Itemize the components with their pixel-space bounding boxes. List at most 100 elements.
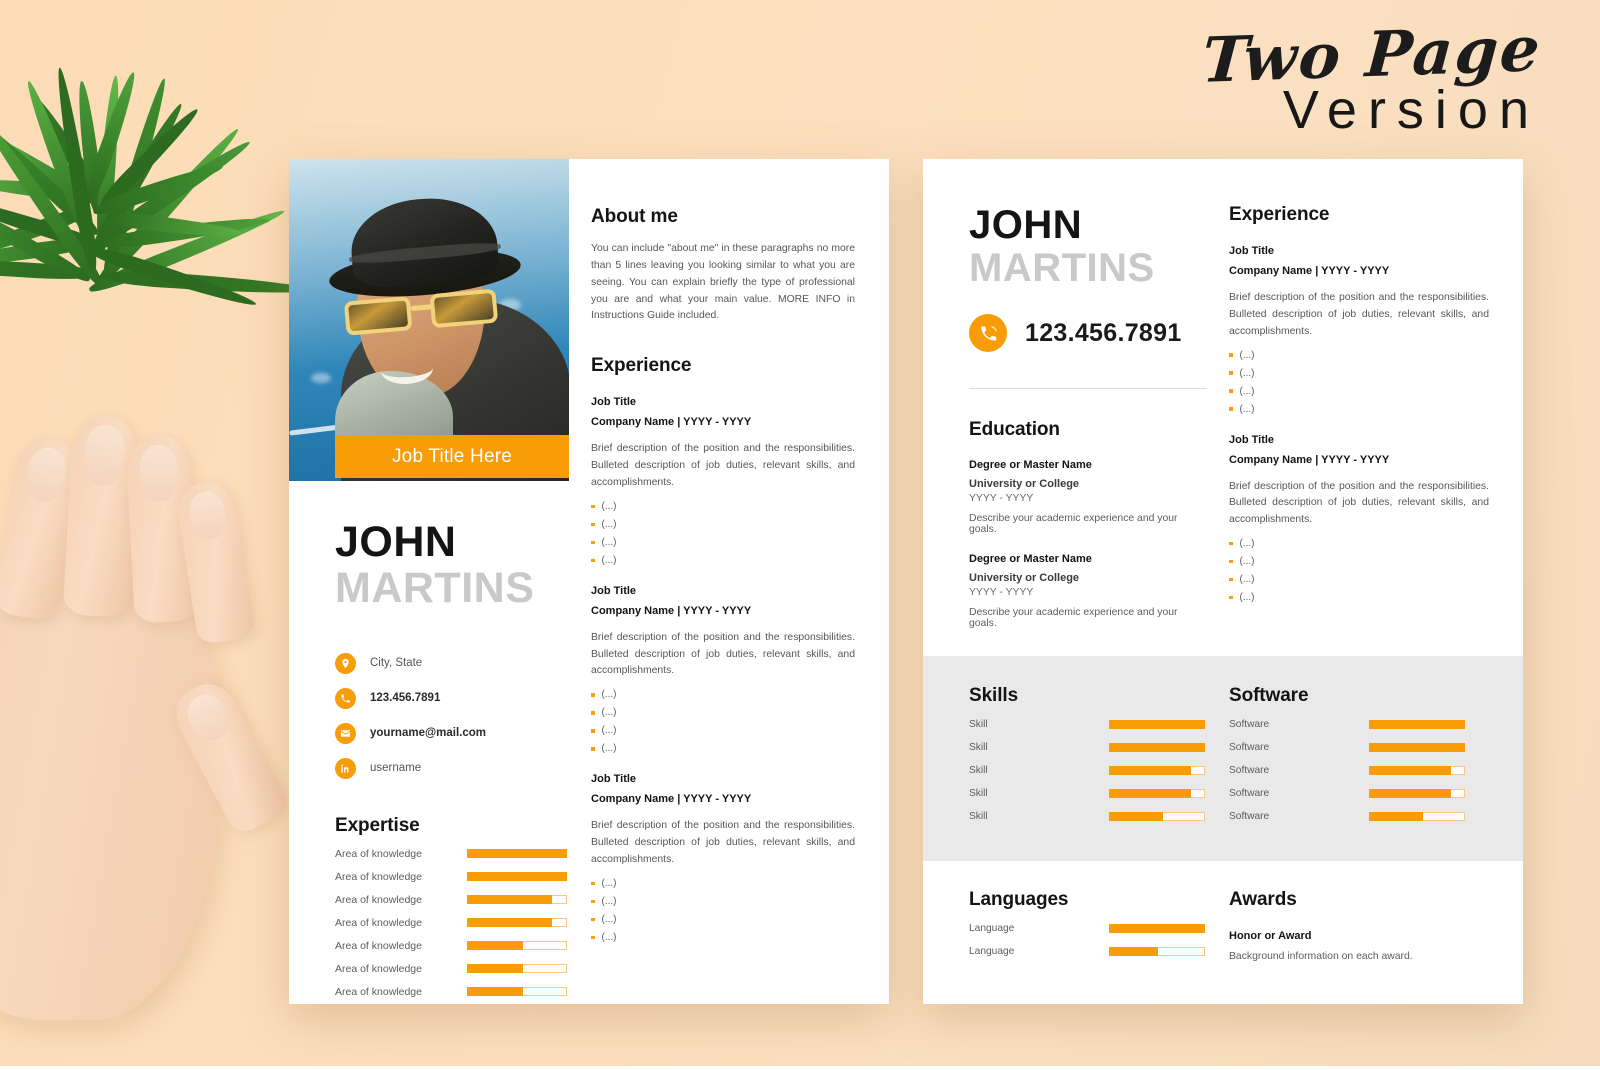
- bullet-dot-icon: [591, 729, 595, 733]
- education-description: Describe your academic experience and yo…: [969, 513, 1178, 535]
- entry-bullet: (...): [591, 555, 855, 566]
- skill-bar-track: [1109, 812, 1205, 821]
- page-one-left-column: Job Title Here JOHN MARTINS City, State 1…: [289, 159, 569, 1004]
- contact-text: 123.456.7891: [370, 692, 441, 705]
- awards-section: Awards Honor or Award Background informa…: [1229, 889, 1489, 962]
- skill-bar-track: [1109, 766, 1205, 775]
- entry-company-dates: Company Name | YYYY - YYYY: [591, 793, 752, 806]
- about-text: You can include "about me" in these para…: [591, 243, 855, 322]
- resume-page-two: JOHN MARTINS 123.456.7891 Education Degr…: [923, 159, 1523, 1004]
- experience-entry: Job Title Company Name | YYYY - YYYY Brief…: [1229, 433, 1489, 603]
- bullet-dot-icon: [1229, 371, 1233, 375]
- bullet-dot-icon: [591, 693, 595, 697]
- entry-job-title: Job Title: [1229, 433, 1275, 446]
- page-two-phone-number: 123.456.7891: [1025, 318, 1182, 347]
- bullet-dot-icon: [1229, 389, 1233, 393]
- skill-bar-track: [1109, 720, 1205, 729]
- skill-bar-label: Skill: [969, 811, 988, 822]
- experience-entry: Job Title Company Name | YYYY - YYYY Brief…: [591, 585, 855, 754]
- skill-bar-row: Skill: [969, 788, 1213, 799]
- entry-bullet: (...): [1229, 592, 1489, 603]
- software-section: Software Software Software Software Softwar…: [1229, 685, 1489, 822]
- entry-company-dates: Company Name | YYYY - YYYY: [1229, 453, 1390, 466]
- contact-row[interactable]: yourname@mail.com: [335, 722, 569, 744]
- phone-icon: [969, 314, 1007, 352]
- entry-bullet-list: (...) (...) (...) (...): [1229, 538, 1489, 603]
- experience-entry: Job Title Company Name | YYYY - YYYY Brief…: [591, 396, 855, 566]
- bullet-text: (...): [601, 500, 617, 512]
- skill-bar-fill: [467, 987, 523, 997]
- contact-row[interactable]: username: [335, 757, 569, 779]
- bullet-dot-icon: [591, 540, 595, 544]
- contact-list: City, State 123.456.7891 yourname@mail.com…: [335, 652, 569, 779]
- software-heading: Software: [1229, 685, 1309, 706]
- experience-heading: Experience: [1229, 204, 1330, 225]
- skill-bar-row: Skill: [969, 765, 1213, 776]
- entry-company-dates: Company Name | YYYY - YYYY: [1229, 265, 1390, 277]
- page-two-name-first: JOHN: [969, 203, 1083, 247]
- skill-bar-fill: [467, 872, 567, 882]
- entry-bullet: (...): [1229, 538, 1489, 549]
- contact-row[interactable]: 123.456.7891: [335, 687, 569, 709]
- bullet-dot-icon: [591, 558, 595, 562]
- page-two-left-column: JOHN MARTINS 123.456.7891 Education Degr…: [969, 204, 1229, 629]
- bullet-dot-icon: [591, 917, 595, 922]
- skill-bar-fill: [467, 918, 553, 928]
- bullet-text: (...): [1239, 574, 1255, 586]
- skill-bar-label: Skill: [969, 719, 988, 730]
- skill-bar-fill: [1109, 766, 1191, 775]
- experience-entry: Job Title Company Name | YYYY - YYYY Brief…: [1229, 245, 1489, 415]
- hat-crown: [348, 194, 500, 290]
- skill-bar-track: [1109, 947, 1205, 956]
- skill-bar-fill: [1369, 789, 1451, 798]
- entry-company-dates: Company Name | YYYY - YYYY: [591, 604, 752, 617]
- skill-bar-label: Skill: [969, 742, 988, 753]
- skill-bar-track: [1369, 766, 1465, 775]
- skill-bar-label: Area of knowledge: [335, 870, 422, 883]
- skill-bar-row: Software: [1229, 765, 1473, 776]
- bullet-dot-icon: [1229, 407, 1233, 411]
- skill-bar-track: [467, 964, 567, 974]
- languages-bar-list: Language Language: [969, 923, 1213, 957]
- skill-bar-track: [467, 987, 567, 997]
- skill-bar-label: Skill: [969, 765, 988, 776]
- bullet-dot-icon: [591, 935, 595, 940]
- skill-bar-row: Language: [969, 946, 1213, 957]
- skill-bar-fill: [1109, 789, 1191, 798]
- person-illustration: [289, 159, 569, 481]
- bullet-text: (...): [601, 931, 617, 943]
- entry-bullet: (...): [591, 707, 855, 718]
- page-two-phone-row: 123.456.7891: [969, 314, 1207, 352]
- bullet-text: (...): [1239, 556, 1255, 568]
- experience-entry: Job Title Company Name | YYYY - YYYY Brief…: [591, 773, 855, 943]
- job-title-banner: Job Title Here: [335, 435, 569, 478]
- skill-bar-fill: [467, 964, 523, 974]
- experience-entry-list: Job Title Company Name | YYYY - YYYY Brief…: [1229, 245, 1489, 603]
- skill-bar-track: [1369, 743, 1465, 752]
- bullet-text: (...): [601, 913, 617, 925]
- page-one-name-first: JOHN: [335, 518, 457, 566]
- experience-entry-list: Job Title Company Name | YYYY - YYYY Brief…: [591, 396, 855, 943]
- skill-bar-row: Area of knowledge: [335, 940, 569, 952]
- entry-bullet: (...): [591, 519, 855, 530]
- skill-bar-fill: [1109, 812, 1163, 821]
- bullet-text: (...): [601, 518, 617, 530]
- entry-description: Brief description of the position and th…: [591, 443, 855, 488]
- software-bar-list: Software Software Software Software Software: [1229, 719, 1473, 822]
- expertise-section: Expertise Area of knowledge Area of knowl…: [335, 815, 569, 998]
- entry-bullet: (...): [1229, 368, 1489, 379]
- contact-text: username: [370, 762, 422, 775]
- profile-photo: [289, 159, 569, 481]
- bullet-text: (...): [601, 725, 617, 737]
- award-description: Background information on each award.: [1229, 951, 1413, 962]
- education-degree: Degree or Master Name: [969, 553, 1092, 565]
- title-line-one: Two Page: [1200, 11, 1545, 97]
- skill-bar-row: Skill: [969, 719, 1213, 730]
- skill-bar-label: Language: [969, 923, 1015, 934]
- bullet-text: (...): [1239, 403, 1255, 415]
- entry-bullet: (...): [1229, 404, 1489, 415]
- skill-bar-label: Software: [1229, 719, 1270, 730]
- bullet-dot-icon: [1229, 577, 1233, 582]
- skill-bar-row: Area of knowledge: [335, 917, 569, 929]
- contact-row[interactable]: City, State: [335, 652, 569, 674]
